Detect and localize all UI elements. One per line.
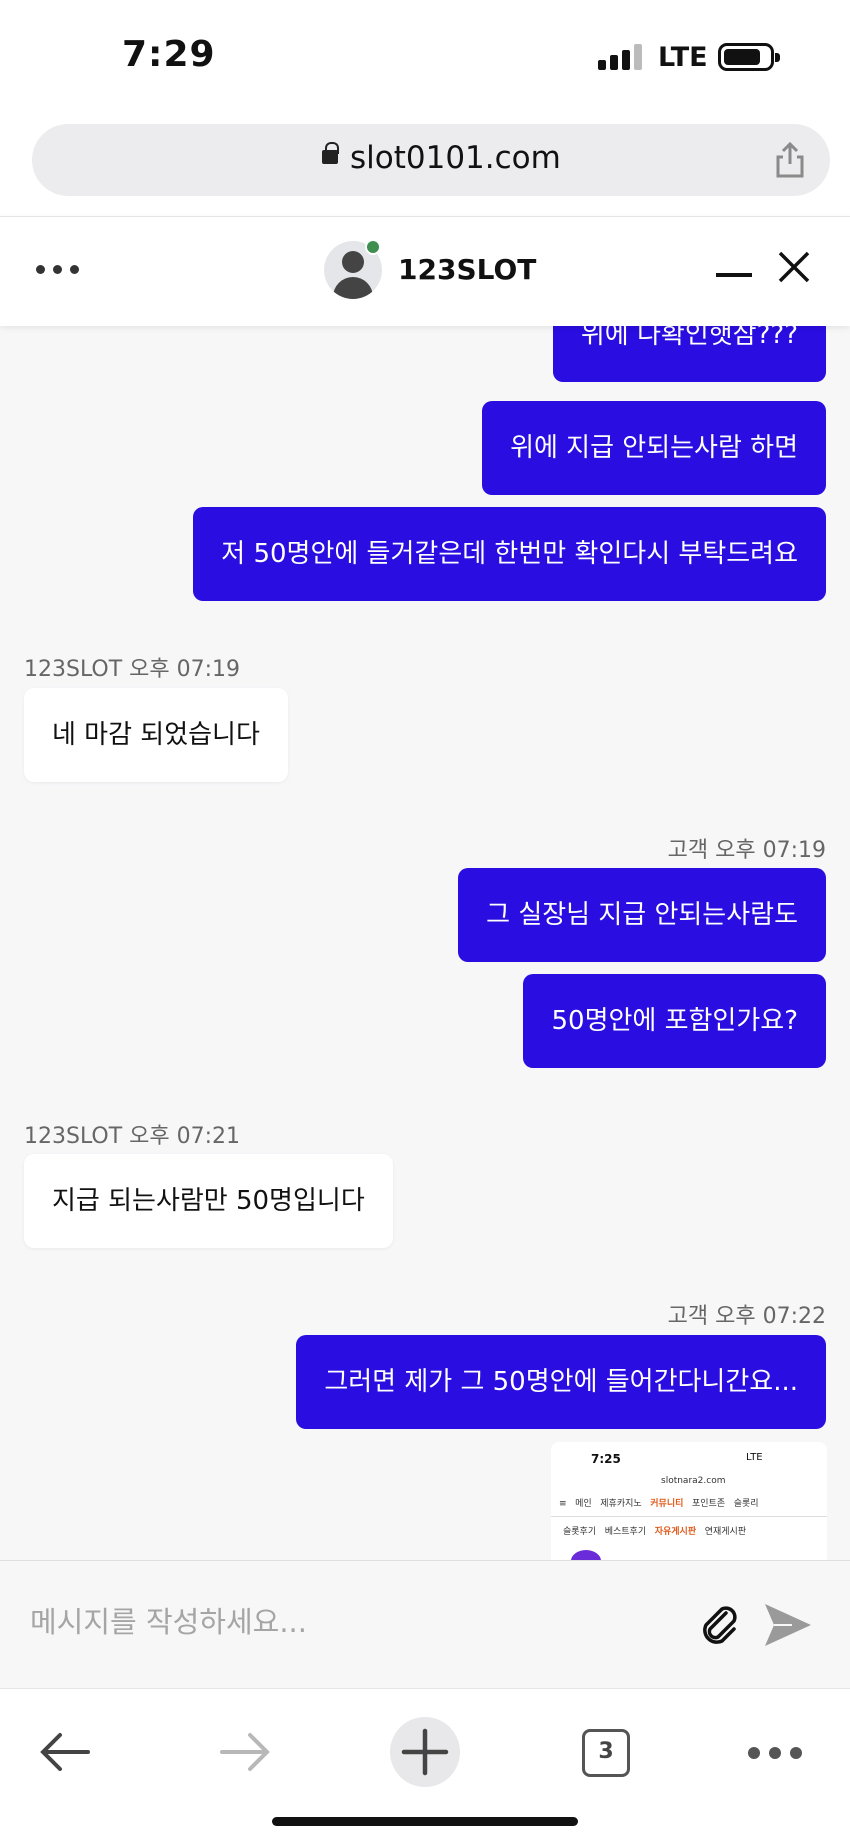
message-bubble: 네 마감 되었습니다 xyxy=(24,688,288,782)
minimize-icon[interactable] xyxy=(716,273,752,277)
message-bubble: 50명안에 포함인가요? xyxy=(523,974,826,1068)
image-attachment[interactable]: 7:25 LTE slotnara2.com ≡ 메인 제휴카지노 커뮤니티 포… xyxy=(551,1442,827,1560)
browser-more-icon[interactable] xyxy=(748,1747,802,1761)
preview-logo xyxy=(571,1550,601,1560)
network-type: LTE xyxy=(658,42,708,73)
chat-title: 123SLOT xyxy=(398,253,537,286)
plus-icon xyxy=(401,1728,449,1776)
message-bubble: 그 실장님 지급 안되는사람도 xyxy=(458,868,826,962)
status-time: 7:29 xyxy=(122,34,216,75)
tab-count-button[interactable]: 3 xyxy=(582,1729,630,1777)
status-bar: 7:29 LTE xyxy=(0,0,850,110)
message-bubble: 그러면 제가 그 50명안에 들어간다니간요... xyxy=(296,1335,826,1429)
paperclip-icon[interactable] xyxy=(696,1601,744,1649)
url-text: slot0101.com xyxy=(350,140,561,176)
chat-header: 123SLOT xyxy=(0,216,850,326)
close-icon[interactable] xyxy=(774,247,814,287)
message-bubble: 위에 다확인햇삼??? xyxy=(552,326,826,382)
message-input[interactable] xyxy=(30,1597,670,1647)
forward-arrow-icon[interactable] xyxy=(218,1729,272,1775)
message-meta: 고객 오후 07:19 xyxy=(667,838,826,863)
browser-address-area: slot0101.com xyxy=(0,110,850,216)
preview-url: slotnara2.com xyxy=(661,1476,726,1486)
message-outgoing: 저 50명안에 들거같은데 한번만 확인다시 부탁드려요 xyxy=(193,507,826,601)
preview-sub-nav: 슬롯후기 베스트후기 자유게시판 연재게시판 xyxy=(563,1527,747,1537)
message-outgoing: 50명안에 포함인가요? xyxy=(523,974,826,1068)
home-indicator xyxy=(272,1817,578,1826)
address-bar[interactable]: slot0101.com xyxy=(32,124,830,196)
chat-messages[interactable]: 위에 다확인햇삼??? 위에 지급 안되는사람 하면 저 50명안에 들거같은데… xyxy=(0,326,850,1560)
message-outgoing: 위에 다확인햇삼??? xyxy=(552,326,826,382)
preview-nav: ≡ 메인 제휴카지노 커뮤니티 포인트존 슬롯리 xyxy=(559,1499,759,1509)
preview-network: LTE xyxy=(746,1452,763,1463)
message-outgoing: 그러면 제가 그 50명안에 들어간다니간요... xyxy=(296,1335,826,1429)
message-incoming: 네 마감 되었습니다 xyxy=(24,688,288,782)
battery-icon xyxy=(718,43,780,71)
cellular-signal-icon xyxy=(598,44,644,70)
send-icon[interactable] xyxy=(762,1601,814,1649)
message-meta: 고객 오후 07:22 xyxy=(667,1304,826,1329)
online-status-dot xyxy=(365,239,381,255)
more-options-icon[interactable] xyxy=(36,265,80,277)
message-outgoing: 그 실장님 지급 안되는사람도 xyxy=(458,868,826,962)
message-bubble: 위에 지급 안되는사람 하면 xyxy=(482,401,826,495)
message-composer xyxy=(0,1560,850,1688)
preview-time: 7:25 xyxy=(591,1452,621,1466)
message-outgoing: 위에 지급 안되는사람 하면 xyxy=(482,401,826,495)
message-meta: 123SLOT 오후 07:19 xyxy=(24,657,241,682)
message-bubble: 지급 되는사람만 50명입니다 xyxy=(24,1154,393,1248)
message-bubble: 저 50명안에 들거같은데 한번만 확인다시 부탁드려요 xyxy=(193,507,826,601)
new-tab-button[interactable] xyxy=(390,1717,460,1787)
browser-toolbar: 3 xyxy=(0,1688,850,1842)
message-meta: 123SLOT 오후 07:21 xyxy=(24,1124,241,1149)
back-arrow-icon[interactable] xyxy=(38,1729,92,1775)
message-incoming: 지급 되는사람만 50명입니다 xyxy=(24,1154,393,1248)
lock-icon xyxy=(322,142,339,164)
share-icon[interactable] xyxy=(770,140,810,180)
